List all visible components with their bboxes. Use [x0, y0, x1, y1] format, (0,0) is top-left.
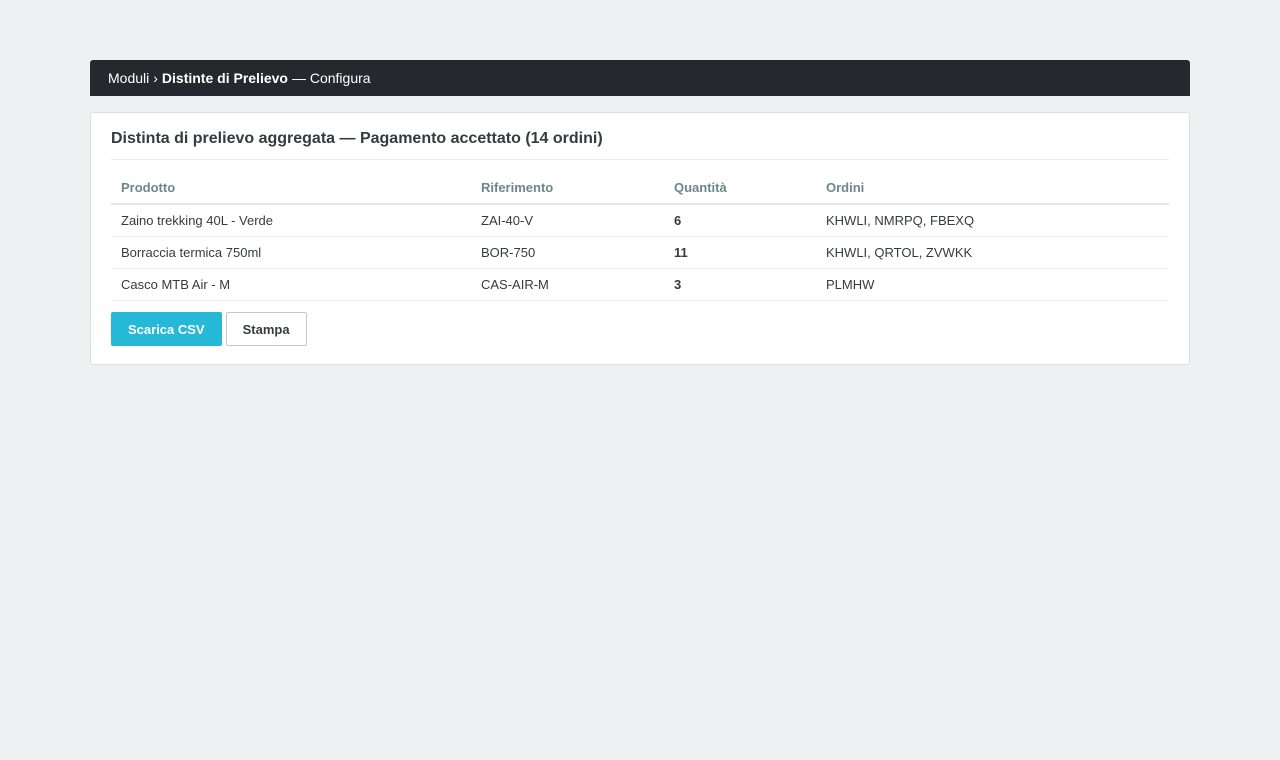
breadcrumb-separator: › [153, 70, 158, 86]
cell-orders: PLMHW [816, 268, 1169, 301]
breadcrumb-current: Distinte di Prelievo [161, 70, 288, 86]
print-button[interactable]: Stampa [225, 312, 307, 346]
breadcrumb: Moduli › Distinte di Prelievo — Configur… [90, 60, 1190, 96]
table-row: Casco MTB Air - M CAS-AIR-M 3 PLMHW [111, 268, 1169, 301]
panel-title: Distinta di prelievo aggregata — Pagamen… [111, 129, 1169, 160]
cell-product: Casco MTB Air - M [111, 268, 471, 301]
breadcrumb-suffix: — Configura [291, 70, 371, 86]
cell-orders: KHWLI, QRTOL, ZVWKK [816, 236, 1169, 269]
breadcrumb-modules-link[interactable]: Moduli [108, 70, 149, 86]
table-header-row: Prodotto Riferimento Quantità Ordini [111, 172, 1169, 205]
column-header-product: Prodotto [111, 172, 471, 205]
column-header-orders: Ordini [816, 172, 1169, 205]
table-row: Borraccia termica 750ml BOR-750 11 KHWLI… [111, 236, 1169, 269]
cell-orders: KHWLI, NMRPQ, FBEXQ [816, 204, 1169, 237]
action-buttons: Scarica CSV Stampa [111, 312, 1169, 346]
cell-reference: ZAI-40-V [471, 204, 664, 237]
column-header-reference: Riferimento [471, 172, 664, 205]
download-csv-button[interactable]: Scarica CSV [111, 312, 222, 346]
cell-reference: CAS-AIR-M [471, 268, 664, 301]
cell-reference: BOR-750 [471, 236, 664, 269]
cell-quantity: 6 [664, 204, 816, 237]
cell-quantity: 3 [664, 268, 816, 301]
cell-product: Zaino trekking 40L - Verde [111, 204, 471, 237]
page-container: Moduli › Distinte di Prelievo — Configur… [90, 60, 1190, 365]
cell-product: Borraccia termica 750ml [111, 236, 471, 269]
picking-list-panel: Distinta di prelievo aggregata — Pagamen… [90, 112, 1190, 365]
picking-list-table: Prodotto Riferimento Quantità Ordini Zai… [111, 172, 1169, 301]
column-header-quantity: Quantità [664, 172, 816, 205]
table-row: Zaino trekking 40L - Verde ZAI-40-V 6 KH… [111, 204, 1169, 237]
cell-quantity: 11 [664, 236, 816, 269]
